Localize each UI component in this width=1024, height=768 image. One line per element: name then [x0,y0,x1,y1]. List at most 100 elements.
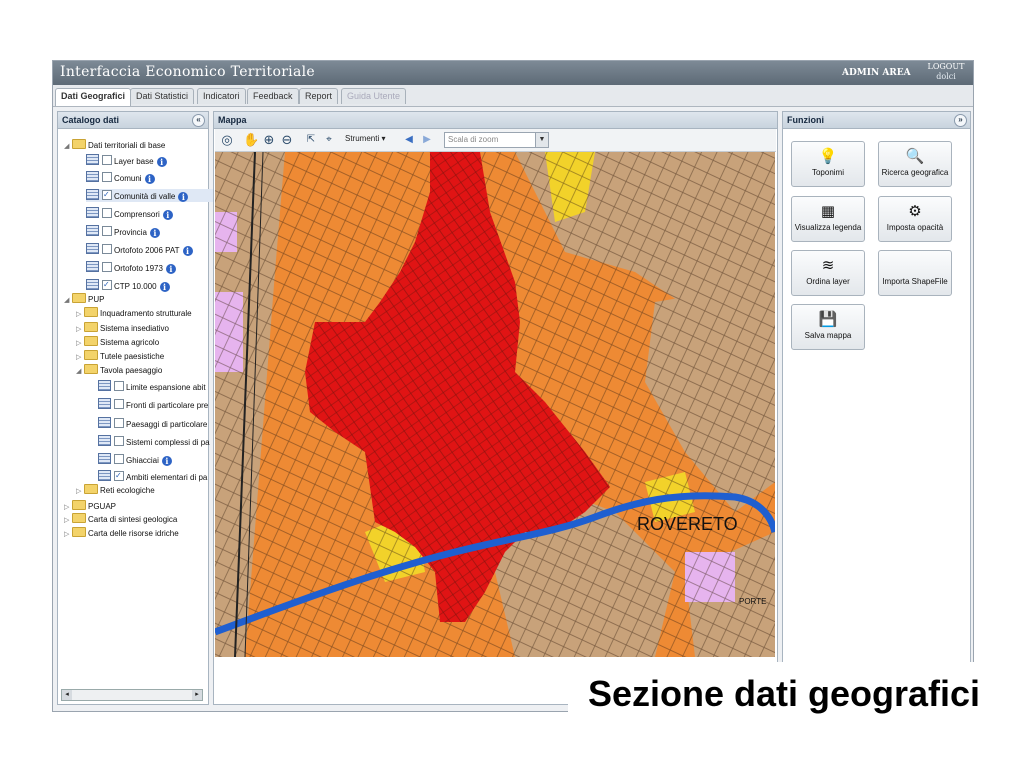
tree-layer[interactable]: Comunità di vallei [86,188,214,202]
layer-icon [98,398,111,409]
tree-folder[interactable]: ◢ Tavola paesaggio [76,364,204,377]
tree-layer[interactable]: Ambiti elementari di pa [98,469,214,483]
expanded-arrow-icon[interactable]: ◢ [64,294,72,307]
tree-layer[interactable]: Ghiacciai i [98,453,214,466]
tree-item-label: Ambiti elementari di pa [126,473,208,482]
info-icon[interactable]: i [165,264,176,274]
tree-layer[interactable]: Comprensori i [86,207,214,220]
double-chevron-left-icon[interactable]: « [192,114,205,127]
folder-icon [84,322,98,332]
info-icon[interactable]: i [182,246,193,256]
info-icon[interactable]: i [144,174,155,184]
layer-checkbox[interactable] [102,208,112,218]
tree-item-label: Sistema insediativo [100,324,169,333]
double-chevron-right-icon[interactable]: » [954,114,967,127]
collapsed-arrow-icon[interactable]: ▷ [76,485,84,498]
map-canvas[interactable]: ROVERETO PORTE [215,152,775,657]
history-back-icon[interactable]: ◀ [401,132,417,148]
map-label-porte: PORTE [739,597,766,606]
layer-checkbox[interactable] [114,469,124,482]
collapsed-arrow-icon[interactable]: ▷ [76,337,84,350]
scroll-right-icon[interactable]: ▸ [192,690,202,700]
info-icon[interactable]: i [178,192,189,202]
collapsed-arrow-icon[interactable]: ▷ [64,514,72,527]
layer-checkbox[interactable] [102,155,112,165]
tree-layer[interactable]: Layer base i [86,154,214,167]
collapsed-arrow-icon[interactable]: ▷ [76,308,84,321]
layer-checkbox[interactable] [102,172,112,182]
layer-checkbox[interactable] [114,436,124,446]
scroll-left-icon[interactable]: ◂ [62,690,72,700]
salva-mappa-button[interactable]: 💾 Salva mappa [791,304,865,350]
tree-layer[interactable]: Fronti di particolare pre [98,398,214,411]
layer-checkbox[interactable] [102,262,112,272]
tree-folder[interactable]: ◢ Dati territoriali di base [64,139,204,152]
history-forward-icon[interactable]: ▶ [419,132,435,148]
tab-indicatori[interactable]: Indicatori [197,88,246,104]
map-label-rovereto: ROVERETO [637,514,738,534]
layer-checkbox[interactable] [102,226,112,236]
zoom-in-icon[interactable]: ⊕ [261,132,277,148]
tree-layer[interactable]: Ortofoto 2006 PAT i [86,243,214,256]
tree-layer[interactable]: Provincia i [86,225,214,238]
expanded-arrow-icon[interactable]: ◢ [76,365,84,378]
logout-link[interactable]: LOGOUT dolci [923,62,969,82]
folder-icon [72,527,86,537]
toponimi-button[interactable]: 💡 Toponimi [791,141,865,187]
layers-icon: ≋ [821,257,835,274]
info-icon[interactable]: i [159,282,170,292]
ricerca-geografica-label: Ricerca geografica [881,168,949,177]
zoom-out-icon[interactable]: ⊖ [279,132,295,148]
tree-layer[interactable]: CTP 10.000i [86,278,214,292]
tree-item-label: Ortofoto 2006 PAT [114,246,180,255]
tree-folder[interactable]: ▷ Inquadramento strutturale [76,307,204,320]
chevron-down-icon: ▼ [535,133,548,147]
zoom-extent-icon[interactable]: ◎ [219,132,235,148]
layer-checkbox[interactable] [114,418,124,428]
info-pointer-icon[interactable]: ⇱ [303,132,319,148]
tree-folder[interactable]: ▷ Sistema agricolo [76,336,204,349]
expanded-arrow-icon[interactable]: ◢ [64,140,72,153]
tree-layer[interactable]: Limite espansione abit [98,380,214,393]
visualizza-legenda-button[interactable]: ▦ Visualizza legenda [791,196,865,242]
tree-item-label: Sistemi complessi di pa [126,438,210,447]
importa-shapefile-button[interactable]: Importa ShapeFile [878,250,952,296]
horizontal-scrollbar[interactable]: ◂ ▸ [61,689,203,701]
tab-feedback[interactable]: Feedback [247,88,299,104]
tree-folder[interactable]: ◢ PUP [64,293,204,306]
zoom-scale-select[interactable]: Scala di zoom ▼ [444,132,549,148]
layer-checkbox[interactable] [102,278,112,291]
strumenti-menu[interactable]: Strumenti ▾ [345,134,385,143]
info-icon[interactable]: i [162,210,173,220]
select-features-icon[interactable]: ⌖ [321,132,337,148]
tree-folder[interactable]: ▷ PGUAP [64,500,204,513]
tree-layer[interactable]: Comuni i [86,171,214,184]
ordina-layer-button[interactable]: ≋ Ordina layer [791,250,865,296]
layer-checkbox[interactable] [102,188,112,201]
info-icon[interactable]: i [156,157,167,167]
layer-checkbox[interactable] [114,399,124,409]
tree-layer[interactable]: Paesaggi di particolare [98,417,214,430]
tab-report[interactable]: Report [299,88,339,104]
ricerca-geografica-button[interactable]: 🔍 Ricerca geografica [878,141,952,187]
layer-checkbox[interactable] [114,381,124,391]
collapsed-arrow-icon[interactable]: ▷ [76,351,84,364]
tree-layer[interactable]: Ortofoto 1973 i [86,261,214,274]
collapsed-arrow-icon[interactable]: ▷ [64,528,72,541]
info-icon[interactable]: i [161,456,172,466]
tree-folder[interactable]: ▷ Carta di sintesi geologica [64,513,204,526]
tab-dati-geografici[interactable]: Dati Geografici [55,88,132,106]
layer-checkbox[interactable] [102,244,112,254]
info-icon[interactable]: i [149,228,160,238]
tree-folder[interactable]: ▷ Tutele paesistiche [76,350,204,363]
imposta-opacita-button[interactable]: ⚙ Imposta opacità [878,196,952,242]
collapsed-arrow-icon[interactable]: ▷ [76,323,84,336]
layer-checkbox[interactable] [114,454,124,464]
tree-folder[interactable]: ▷ Carta delle risorse idriche [64,527,204,540]
tree-folder[interactable]: ▷ Reti ecologiche [76,484,204,497]
pan-hand-icon[interactable]: ✋ [243,132,259,148]
tree-layer[interactable]: Sistemi complessi di pa [98,435,214,448]
tab-dati-statistici[interactable]: Dati Statistici [130,88,195,104]
tree-folder[interactable]: ▷ Sistema insediativo [76,322,204,335]
admin-area-link[interactable]: ADMIN AREA [842,68,911,78]
